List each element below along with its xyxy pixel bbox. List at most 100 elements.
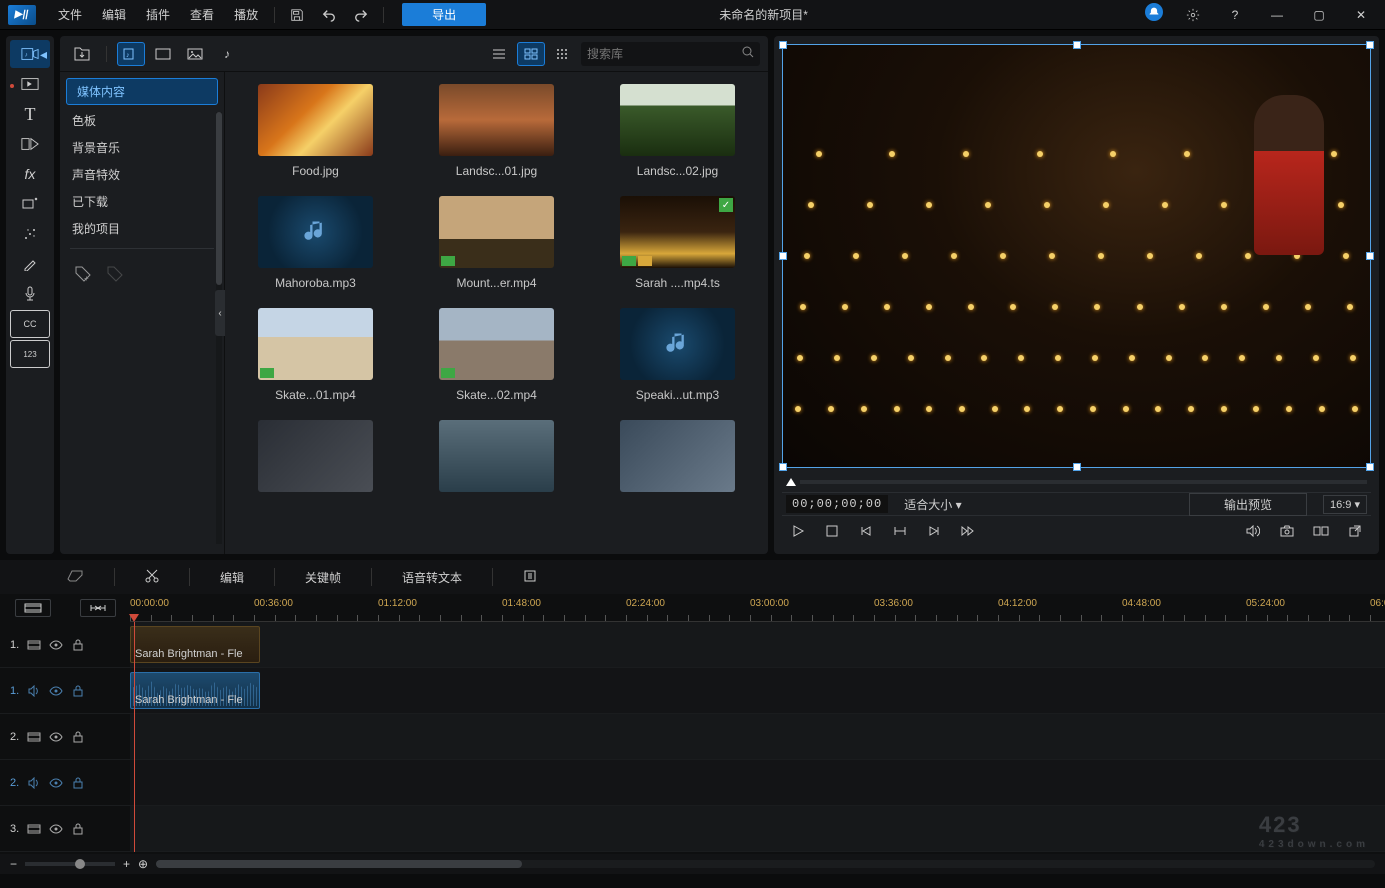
clip-video[interactable]: Sarah Brightman - Fle bbox=[130, 626, 260, 663]
next-frame-icon[interactable] bbox=[922, 519, 946, 543]
close-icon[interactable]: ✕ bbox=[1349, 3, 1373, 27]
help-icon[interactable]: ? bbox=[1223, 3, 1247, 27]
lock-icon[interactable] bbox=[71, 776, 85, 790]
view-grid-icon[interactable] bbox=[517, 42, 545, 66]
menu-view[interactable]: 查看 bbox=[180, 6, 224, 23]
prev-frame-icon[interactable] bbox=[854, 519, 878, 543]
tree-bgm[interactable]: 背景音乐 bbox=[60, 134, 224, 161]
tab-edit[interactable]: 编辑 bbox=[210, 565, 254, 590]
search-box[interactable] bbox=[581, 42, 760, 66]
media-item[interactable]: Mahoroba.mp3 bbox=[245, 196, 386, 290]
zoom-fit-icon[interactable]: ⊕ bbox=[138, 857, 148, 871]
fast-forward-icon[interactable] bbox=[956, 519, 980, 543]
tool-draw[interactable] bbox=[10, 250, 50, 278]
menu-edit[interactable]: 编辑 bbox=[92, 6, 136, 23]
media-item[interactable] bbox=[245, 420, 386, 500]
redo-icon[interactable] bbox=[349, 3, 373, 27]
tab-speech-to-text[interactable]: 语音转文本 bbox=[392, 565, 472, 590]
tool-chapter[interactable]: 123 bbox=[10, 340, 50, 368]
timeline-ruler[interactable]: 00:00:0000:36:0001:12:0001:48:0002:24:00… bbox=[130, 594, 1385, 622]
resize-handle[interactable] bbox=[779, 41, 787, 49]
menu-play[interactable]: 播放 bbox=[224, 6, 268, 23]
cut-icon[interactable] bbox=[135, 565, 169, 590]
tool-overlay[interactable] bbox=[10, 190, 50, 218]
tree-media-content[interactable]: 媒体内容 bbox=[66, 78, 218, 105]
tab-keyframe[interactable]: 关键帧 bbox=[295, 565, 351, 590]
visibility-icon[interactable] bbox=[49, 822, 63, 836]
zoom-in-icon[interactable]: + bbox=[123, 857, 130, 871]
film-icon[interactable] bbox=[27, 730, 41, 744]
timeline-mode-film[interactable] bbox=[15, 599, 51, 617]
tool-particle[interactable] bbox=[10, 220, 50, 248]
selection-frame[interactable] bbox=[782, 44, 1371, 468]
tag-add-icon[interactable]: + bbox=[72, 263, 94, 285]
timeline-hscroll[interactable] bbox=[156, 860, 1375, 868]
clip-audio[interactable]: Sarah Brightman - Fle bbox=[130, 672, 260, 709]
eraser-icon[interactable] bbox=[56, 565, 94, 590]
resize-handle[interactable] bbox=[1366, 41, 1374, 49]
media-item[interactable]: Landsc...01.jpg bbox=[426, 84, 567, 178]
notification-icon[interactable] bbox=[1145, 3, 1163, 21]
resize-handle[interactable] bbox=[779, 463, 787, 471]
speaker-icon[interactable] bbox=[27, 684, 41, 698]
visibility-icon[interactable] bbox=[49, 638, 63, 652]
media-item[interactable]: Skate...01.mp4 bbox=[245, 308, 386, 402]
filter-video-icon[interactable] bbox=[149, 42, 177, 66]
zoom-slider[interactable] bbox=[25, 862, 115, 866]
settings-icon[interactable] bbox=[1181, 3, 1205, 27]
tag-icon[interactable] bbox=[104, 263, 126, 285]
import-icon[interactable] bbox=[68, 42, 96, 66]
popout-icon[interactable] bbox=[1343, 519, 1367, 543]
filter-audio-icon[interactable]: ♪ bbox=[213, 42, 241, 66]
menu-file[interactable]: 文件 bbox=[48, 6, 92, 23]
film-icon[interactable] bbox=[27, 822, 41, 836]
play-icon[interactable] bbox=[786, 519, 810, 543]
scrub-track[interactable] bbox=[800, 480, 1367, 484]
media-item[interactable]: Mount...er.mp4 bbox=[426, 196, 567, 290]
lock-icon[interactable] bbox=[71, 730, 85, 744]
tree-colorboard[interactable]: 色板 bbox=[60, 107, 224, 134]
media-item[interactable]: ✓Sarah ....mp4.ts bbox=[607, 196, 748, 290]
snapshot-icon[interactable] bbox=[1275, 519, 1299, 543]
collapse-tree-icon[interactable]: ‹ bbox=[215, 290, 225, 336]
playhead[interactable] bbox=[134, 622, 135, 852]
stop-icon[interactable] bbox=[820, 519, 844, 543]
media-item[interactable]: Speaki...ut.mp3 bbox=[607, 308, 748, 402]
search-input[interactable] bbox=[587, 47, 742, 61]
undo-icon[interactable] bbox=[317, 3, 341, 27]
lock-icon[interactable] bbox=[71, 638, 85, 652]
more-tools-icon[interactable] bbox=[513, 565, 547, 590]
tool-media[interactable]: ♪◂ bbox=[10, 40, 50, 68]
visibility-icon[interactable] bbox=[49, 684, 63, 698]
media-item[interactable] bbox=[607, 420, 748, 500]
timecode[interactable]: 00;00;00;00 bbox=[786, 495, 888, 513]
tool-voiceover[interactable] bbox=[10, 280, 50, 308]
zoom-out-icon[interactable]: − bbox=[10, 857, 17, 871]
maximize-icon[interactable]: ▢ bbox=[1307, 3, 1331, 27]
media-item[interactable]: Food.jpg bbox=[245, 84, 386, 178]
minimize-icon[interactable]: — bbox=[1265, 3, 1289, 27]
media-item[interactable]: Landsc...02.jpg bbox=[607, 84, 748, 178]
tool-video[interactable] bbox=[10, 70, 50, 98]
tool-title[interactable]: T bbox=[10, 100, 50, 128]
tree-myprojects[interactable]: 我的项目 bbox=[60, 215, 224, 242]
visibility-icon[interactable] bbox=[49, 730, 63, 744]
preview-canvas[interactable] bbox=[782, 44, 1371, 468]
menu-plugin[interactable]: 插件 bbox=[136, 6, 180, 23]
media-item[interactable] bbox=[426, 420, 567, 500]
tool-fx[interactable]: fx bbox=[10, 160, 50, 188]
film-icon[interactable] bbox=[27, 638, 41, 652]
tool-caption[interactable]: CC bbox=[10, 310, 50, 338]
view-list-icon[interactable] bbox=[485, 42, 513, 66]
lock-icon[interactable] bbox=[71, 822, 85, 836]
scrub-handle[interactable] bbox=[786, 478, 796, 486]
tree-sfx[interactable]: 声音特效 bbox=[60, 161, 224, 188]
sort-icon[interactable] bbox=[549, 42, 577, 66]
timeline-mode-trim[interactable] bbox=[80, 599, 116, 617]
search-icon[interactable] bbox=[742, 46, 754, 61]
preview-scrubber[interactable] bbox=[782, 472, 1371, 492]
tree-downloaded[interactable]: 已下载 bbox=[60, 188, 224, 215]
resize-handle[interactable] bbox=[1073, 41, 1081, 49]
aspect-ratio-button[interactable]: 16:9 ▾ bbox=[1323, 495, 1367, 514]
clip-icon[interactable] bbox=[888, 519, 912, 543]
